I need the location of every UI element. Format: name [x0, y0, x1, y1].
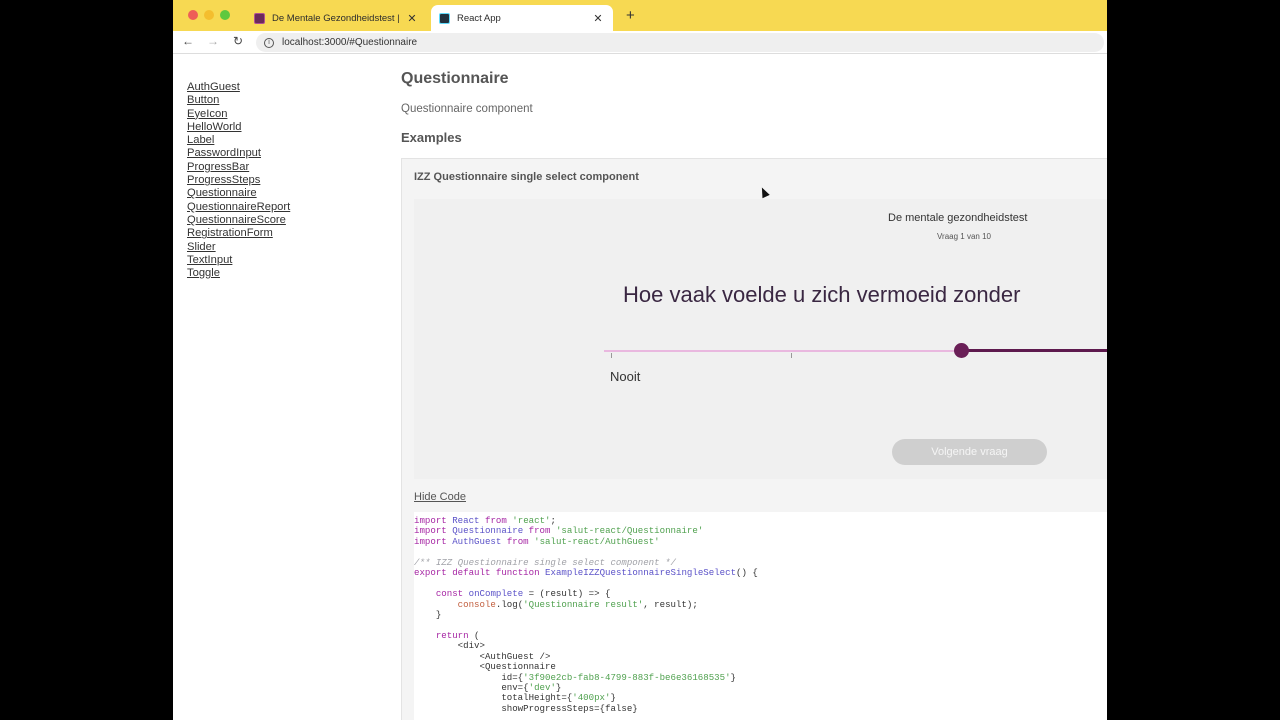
sidebar-link-registrationform[interactable]: RegistrationForm	[187, 227, 290, 240]
url-text[interactable]: localhost:3000/#Questionnaire	[282, 37, 417, 48]
tab-bar: De Mentale Gezondheidstest | ✕ React App…	[173, 0, 1107, 31]
new-tab-icon[interactable]: +	[626, 7, 635, 24]
code-line: }	[414, 608, 442, 620]
slider-track[interactable]	[604, 350, 961, 352]
example-title: IZZ Questionnaire single select componen…	[414, 171, 639, 183]
tab-react-app[interactable]: React App ✕	[431, 5, 613, 31]
page: AuthGuest Button EyeIcon HelloWorld Label Pas…	[173, 55, 1107, 720]
close-window-icon[interactable]	[188, 10, 198, 20]
questionnaire-heading: De mentale gezondheidstest	[888, 212, 1028, 224]
browser-window: De Mentale Gezondheidstest | ✕ React App…	[173, 0, 1107, 720]
sidebar-link-textinput[interactable]: TextInput	[187, 254, 290, 267]
maximize-window-icon[interactable]	[220, 10, 230, 20]
sidebar-link-questionnaire[interactable]: Questionnaire	[187, 187, 290, 200]
scale-label-nooit: Nooit	[610, 369, 641, 384]
tab-mentale-gezondheidstest[interactable]: De Mentale Gezondheidstest | ✕	[249, 5, 427, 31]
slider-tick	[611, 353, 612, 358]
answer-slider[interactable]	[604, 341, 1107, 371]
tab-title: React App	[457, 12, 501, 24]
sidebar-link-passwordinput[interactable]: PasswordInput	[187, 147, 290, 160]
slider-thumb[interactable]	[954, 343, 969, 358]
code-line: console.log('Questionnaire result', resu…	[457, 598, 698, 610]
slider-track-filled[interactable]	[961, 349, 1107, 352]
code-line: import AuthGuest from 'salut-react/AuthG…	[414, 535, 660, 547]
question-progress: Vraag 1 van 10	[937, 232, 991, 241]
main-content: Questionnaire Questionnaire component Ex…	[401, 55, 1107, 720]
next-question-button[interactable]: Volgende vraag	[892, 439, 1047, 465]
sidebar-link-button[interactable]: Button	[187, 94, 290, 107]
sidebar-link-helloworld[interactable]: HelloWorld	[187, 121, 290, 134]
code-line: const onComplete = (result) => {	[435, 588, 611, 600]
code-block: import React from 'react'; import Questio…	[414, 512, 1107, 720]
code-line: showProgressSteps={false}	[414, 702, 638, 714]
izz-favicon-icon	[254, 12, 265, 24]
browser-toolbar: ← → ↻ i localhost:3000/#Questionnaire	[173, 31, 1107, 54]
hide-code-link[interactable]: Hide Code	[414, 491, 466, 503]
info-icon[interactable]: i	[264, 37, 274, 48]
page-description: Questionnaire component	[401, 103, 533, 115]
code-line: return (	[435, 629, 480, 641]
examples-heading: Examples	[401, 130, 462, 145]
close-icon[interactable]: ✕	[405, 12, 419, 25]
close-icon[interactable]: ✕	[591, 12, 605, 25]
sidebar-link-authguest[interactable]: AuthGuest	[187, 81, 290, 94]
slider-tick	[791, 353, 792, 358]
minimize-window-icon[interactable]	[204, 10, 214, 20]
reload-icon[interactable]: ↻	[231, 34, 245, 48]
sidebar-link-toggle[interactable]: Toggle	[187, 267, 290, 280]
tab-title: De Mentale Gezondheidstest |	[272, 12, 400, 24]
page-title: Questionnaire	[401, 70, 509, 87]
question-text: Hoe vaak voelde u zich vermoeid zonder	[623, 282, 1021, 307]
sidebar-link-questionnairescore[interactable]: QuestionnaireScore	[187, 214, 290, 227]
sidebar-link-eyeicon[interactable]: EyeIcon	[187, 108, 290, 121]
code-line: export default function ExampleIZZQuesti…	[414, 567, 758, 579]
example-card: IZZ Questionnaire single select componen…	[401, 158, 1107, 720]
sidebar-link-progressbar[interactable]: ProgressBar	[187, 161, 290, 174]
sidebar: AuthGuest Button EyeIcon HelloWorld Label Pas…	[187, 81, 290, 280]
forward-arrow-icon[interactable]: →	[206, 34, 220, 48]
sidebar-link-label[interactable]: Label	[187, 134, 290, 147]
back-arrow-icon[interactable]: ←	[181, 34, 195, 48]
sidebar-link-questionnairereport[interactable]: QuestionnaireReport	[187, 201, 290, 214]
sidebar-link-progresssteps[interactable]: ProgressSteps	[187, 174, 290, 187]
questionnaire-preview: De mentale gezondheidstest Vraag 1 van 1…	[414, 199, 1107, 479]
sidebar-link-slider[interactable]: Slider	[187, 241, 290, 254]
address-bar[interactable]: i localhost:3000/#Questionnaire	[256, 33, 1104, 52]
react-favicon-icon	[439, 12, 450, 24]
code-line: <Questionnaire	[414, 661, 556, 673]
